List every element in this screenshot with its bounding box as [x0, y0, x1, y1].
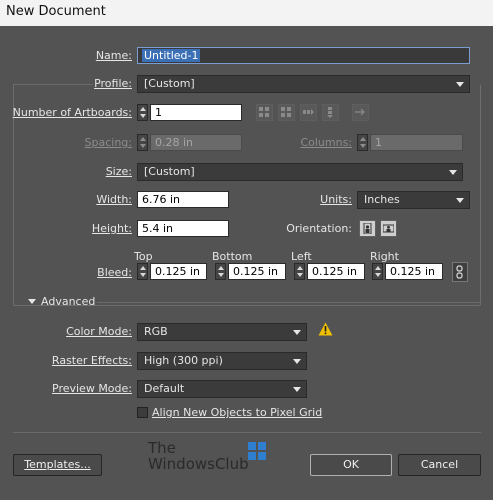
spacing-label-text: Spacing:	[84, 136, 132, 149]
columns-spinner[interactable]	[357, 134, 368, 151]
spacing-spinner[interactable]	[137, 134, 148, 151]
link-bleed-icon[interactable]	[452, 262, 468, 282]
new-document-dialog: Name: Untitled-1 Profile: [Custom] Numbe…	[0, 26, 493, 500]
bleed-bottom-spinner[interactable]	[215, 263, 226, 280]
bleed-left-input[interactable]: 0.125 in	[307, 263, 365, 280]
arrange-by-column-icon[interactable]	[322, 104, 339, 121]
change-to-rtl-icon[interactable]	[352, 104, 369, 121]
preview-mode-label-text: Preview Mode:	[52, 382, 132, 395]
orientation-label: Orientation:	[262, 222, 352, 235]
height-label: Height:	[80, 222, 132, 235]
size-select-value: [Custom]	[144, 165, 195, 178]
templates-button-label: Templates...	[24, 458, 91, 471]
landscape-orientation-icon[interactable]	[380, 220, 397, 237]
advanced-label[interactable]: Advanced	[41, 295, 95, 308]
bleed-right-spinner[interactable]	[372, 263, 383, 280]
name-input-value: Untitled-1	[142, 49, 201, 62]
spacing-input[interactable]: 0.28 in	[150, 134, 242, 151]
raster-effects-select[interactable]: High (300 ppi)	[137, 352, 307, 370]
align-pixel-grid-label-text: Align New Objects to Pixel Grid	[152, 406, 323, 419]
units-label: Units:	[300, 193, 352, 206]
align-pixel-grid-checkbox[interactable]	[137, 407, 148, 418]
portrait-orientation-icon[interactable]	[359, 220, 376, 237]
templates-button[interactable]: Templates...	[13, 454, 102, 476]
group-top-line-left	[13, 84, 93, 85]
chevron-down-icon	[456, 198, 464, 203]
artboards-label: Number of Artboards:	[12, 106, 132, 119]
columns-label: Columns:	[290, 136, 352, 149]
width-label-text: Width:	[96, 193, 132, 206]
name-input[interactable]: Untitled-1	[137, 47, 470, 64]
bleed-top-label: Top	[134, 250, 153, 263]
size-select[interactable]: [Custom]	[137, 163, 463, 181]
arrange-by-row-icon[interactable]	[300, 104, 317, 121]
chevron-down-icon	[293, 359, 301, 364]
chevron-down-icon	[449, 170, 457, 175]
size-label-text: Size:	[105, 165, 132, 178]
color-mode-label-text: Color Mode:	[66, 325, 132, 338]
window-title: New Document	[0, 0, 493, 26]
columns-input[interactable]: 1	[370, 134, 463, 151]
bleed-left-spinner[interactable]	[294, 263, 305, 280]
spacing-label: Spacing:	[60, 136, 132, 149]
units-label-text: Units:	[320, 193, 352, 206]
raster-effects-label: Raster Effects:	[40, 354, 132, 367]
windows-logo-icon	[248, 442, 266, 463]
height-input[interactable]: 5.4 in	[137, 220, 229, 237]
bleed-right-label: Right	[370, 250, 399, 263]
name-label: Name:	[86, 49, 132, 62]
warning-icon[interactable]	[318, 322, 333, 339]
orientation-label-text: Orientation:	[286, 222, 352, 235]
color-mode-label: Color Mode:	[50, 325, 132, 338]
bleed-label: Bleed:	[86, 266, 132, 279]
size-label: Size:	[90, 165, 132, 178]
height-label-text: Height:	[91, 222, 132, 235]
units-select-value: Inches	[364, 193, 400, 206]
watermark-line1: The	[148, 439, 176, 457]
watermark-line2: WindowsClub	[148, 455, 249, 473]
columns-label-text: Columns:	[300, 136, 352, 149]
artboards-label-text: Number of Artboards:	[12, 106, 132, 119]
artboards-input[interactable]: 1	[150, 104, 242, 121]
preview-mode-select[interactable]: Default	[137, 380, 307, 398]
preview-mode-label: Preview Mode:	[40, 382, 132, 395]
width-input[interactable]: 6.76 in	[137, 191, 229, 208]
raster-effects-select-value: High (300 ppi)	[144, 354, 223, 367]
raster-effects-label-text: Raster Effects:	[51, 354, 132, 367]
width-label: Width:	[80, 193, 132, 206]
bleed-top-spinner[interactable]	[137, 263, 148, 280]
chevron-down-icon	[293, 387, 301, 392]
color-mode-select-value: RGB	[144, 325, 168, 338]
bleed-top-input[interactable]: 0.125 in	[150, 263, 207, 280]
color-mode-select[interactable]: RGB	[137, 323, 307, 341]
grid-by-column-icon[interactable]	[278, 104, 295, 121]
preview-mode-select-value: Default	[144, 382, 185, 395]
ok-button[interactable]: OK	[310, 454, 392, 476]
chevron-down-icon	[293, 330, 301, 335]
bleed-bottom-label: Bottom	[212, 250, 253, 263]
cancel-button[interactable]: Cancel	[398, 454, 481, 476]
align-pixel-grid-label[interactable]: Align New Objects to Pixel Grid	[152, 406, 322, 419]
bleed-right-input[interactable]: 0.125 in	[385, 263, 443, 280]
footer-separator	[13, 432, 481, 433]
advanced-toggle-icon[interactable]	[28, 299, 36, 304]
bleed-bottom-input[interactable]: 0.125 in	[228, 263, 286, 280]
name-label-text: Name:	[95, 49, 132, 62]
grid-by-row-icon[interactable]	[256, 104, 273, 121]
advanced-separator	[97, 302, 481, 303]
artboards-spinner[interactable]	[137, 104, 148, 121]
units-select[interactable]: Inches	[357, 191, 470, 209]
bleed-label-text: Bleed:	[97, 266, 132, 279]
bleed-left-label: Left	[291, 250, 312, 263]
watermark: The WindowsClub	[148, 440, 249, 472]
